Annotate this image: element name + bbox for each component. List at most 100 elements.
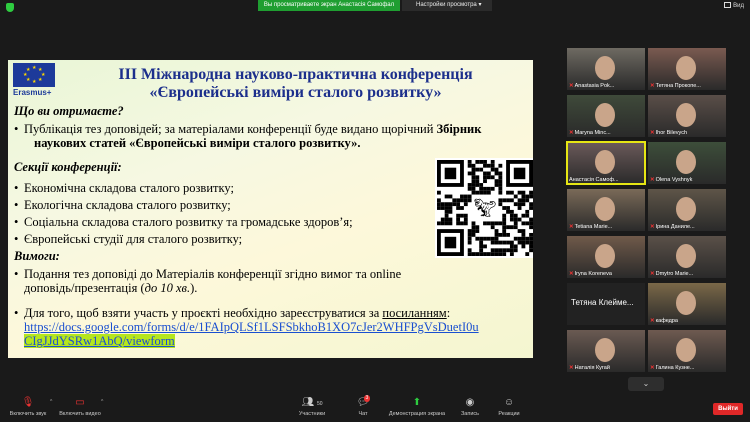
- participant-tile[interactable]: ✕Dmytro Marie...: [648, 236, 726, 278]
- view-button[interactable]: Вид: [724, 2, 744, 11]
- participants-icon: 👥︎ 50: [301, 397, 323, 408]
- microphone-muted-icon: ✕: [569, 130, 574, 136]
- participant-tile[interactable]: ✕Olena Vyshnyk: [648, 142, 726, 184]
- registration-colon: :: [446, 306, 451, 320]
- microphone-muted-icon: ✕: [650, 224, 655, 230]
- participant-name: Наталія Кугай: [574, 365, 610, 371]
- benefit-bold-text-2: наукових статей «Європейські виміри стал…: [34, 136, 361, 150]
- section-item-text: Екологічна складова сталого розвитку;: [24, 198, 231, 212]
- participant-video-face: [676, 338, 696, 362]
- participant-video-face: [676, 197, 696, 221]
- benefit-bold-text: Збірник: [436, 122, 482, 136]
- participant-caption: ✕Dmytro Marie...: [650, 271, 693, 277]
- share-screen-button[interactable]: ⬆ Демонстрация экрана: [385, 397, 449, 417]
- grid-view-icon: [724, 2, 732, 9]
- reactions-button[interactable]: ☺ Реакции: [494, 397, 524, 417]
- chevron-down-icon: ▾: [478, 2, 482, 8]
- erasmus-logo-text: Erasmus+: [13, 88, 52, 97]
- section-what-you-get: Що ви отримаєте?: [14, 104, 124, 118]
- requirement-text-2: доповідь/презентація (: [24, 281, 145, 295]
- section-item: • Соціальна складова сталого розвитку та …: [14, 215, 353, 229]
- shared-slide: ★ ★ ★ ★ ★ ★ ★ ★ Erasmus+ ІІІ Міжнародна …: [8, 60, 533, 358]
- microphone-muted-icon: ✕: [650, 177, 655, 183]
- chevron-down-icon: ⌄: [642, 379, 650, 388]
- participant-video-face: [676, 150, 696, 174]
- section-item: • Екологічна складова сталого розвитку;: [14, 198, 231, 212]
- participant-caption: ✕Ірина Даниле...: [650, 224, 695, 230]
- participant-tile[interactable]: ✕Iryna Koreneva: [567, 236, 645, 278]
- gallery-scroll-down-button[interactable]: ⌄: [628, 377, 664, 391]
- participant-caption: ✕Maryna Minc...: [569, 130, 611, 136]
- participant-caption: ✕Галина Кузне...: [650, 365, 694, 371]
- microphone-muted-icon: ✕: [569, 271, 574, 277]
- participant-tile[interactable]: Тетяна Клейме...: [567, 283, 645, 325]
- smiley-icon: ☺: [503, 397, 515, 408]
- participant-tile[interactable]: Анастасія Самоф...: [566, 141, 646, 185]
- participant-name: Anastasia Pok...: [574, 83, 615, 89]
- participant-video-face: [676, 103, 696, 127]
- participant-tile[interactable]: ✕Maryna Minc...: [567, 95, 645, 137]
- participant-video-face: [676, 56, 696, 80]
- participant-caption: Анастасія Самоф...: [569, 177, 619, 183]
- title-line-1: ІІІ Міжнародна науково-практична конфере…: [118, 66, 473, 83]
- video-off-icon: ▭: [75, 397, 85, 408]
- participant-tile[interactable]: ✕Anastasia Pok...: [567, 48, 645, 90]
- participant-video-face: [676, 291, 696, 315]
- participant-caption: ✕Olena Vyshnyk: [650, 177, 692, 183]
- conference-title: ІІІ Міжнародна науково-практична конфере…: [68, 66, 523, 102]
- registration-text: Для того, щоб взяти участь у проєкті нео…: [24, 306, 380, 320]
- section-item-text: Соціальна складова сталого розвитку та г…: [24, 215, 353, 229]
- unmute-audio-button[interactable]: 🎙︎ Включить звук: [4, 397, 52, 417]
- record-label: Запись: [460, 411, 480, 417]
- participant-name: Olena Vyshnyk: [655, 177, 693, 183]
- erasmus-logo: ★ ★ ★ ★ ★ ★ ★ ★ Erasmus+: [13, 63, 55, 99]
- leave-meeting-button[interactable]: Выйти: [713, 403, 743, 415]
- section-conference-sections: Секції конференції:: [14, 160, 122, 174]
- section-item-text: Економічна складова сталого розвитку;: [24, 181, 234, 195]
- security-shield-icon[interactable]: [6, 3, 14, 12]
- record-icon: ◉: [465, 397, 475, 408]
- participant-tile[interactable]: ✕Тетяна Прокопе...: [648, 48, 726, 90]
- participant-video-face: [595, 338, 615, 362]
- video-options-chevron-icon[interactable]: ^: [101, 399, 103, 405]
- registration-url-line-2[interactable]: CIgJJdYSRw1AbQ/viewform: [24, 334, 175, 348]
- participant-name: Maryna Minc...: [574, 130, 611, 136]
- share-screen-icon: ⬆: [412, 397, 422, 408]
- eu-flag-icon: ★ ★ ★ ★ ★ ★ ★ ★: [13, 63, 55, 87]
- participant-name: Ihor Bilevych: [655, 130, 688, 136]
- participant-tile[interactable]: ✕Tetiana Marie...: [567, 189, 645, 231]
- participant-name: кафедра: [655, 318, 678, 324]
- participants-button[interactable]: 👥︎ 50 Участники: [294, 397, 330, 417]
- participant-caption: ✕Tetiana Marie...: [569, 224, 612, 230]
- participant-tile[interactable]: ✕кафедра: [648, 283, 726, 325]
- participant-caption: ✕Тетяна Прокопе...: [650, 83, 701, 89]
- participant-name-large: Тетяна Клейме...: [571, 298, 634, 307]
- start-video-button[interactable]: ▭ Включить видео: [54, 397, 106, 417]
- microphone-muted-icon: ✕: [650, 318, 655, 324]
- benefit-bullet: • Публікація тез доповідей; за матеріалам…: [14, 122, 482, 150]
- view-settings-button[interactable]: Настройки просмотра ▾: [402, 0, 492, 11]
- chat-button[interactable]: 💬︎ 3 Чат: [350, 395, 376, 417]
- participant-tile[interactable]: ✕Ihor Bilevych: [648, 95, 726, 137]
- participant-video-face: [595, 197, 615, 221]
- participant-name: Анастасія Самоф...: [569, 177, 619, 183]
- registration-link-word[interactable]: посиланням: [382, 306, 446, 320]
- record-button[interactable]: ◉ Запись: [455, 397, 485, 417]
- participant-caption: ✕Ihor Bilevych: [650, 130, 687, 136]
- section-item: • Європейські студії для сталого розвитку…: [14, 232, 243, 246]
- participant-video-face: [595, 103, 615, 127]
- audio-label: Включить звук: [9, 411, 47, 417]
- participant-caption: ✕кафедра: [650, 318, 678, 324]
- participant-tile[interactable]: ✕Ірина Даниле...: [648, 189, 726, 231]
- section-item-text: Європейські студії для сталого розвитку;: [24, 232, 243, 246]
- participant-video-face: [595, 150, 615, 174]
- participant-tile[interactable]: ✕Наталія Кугай: [567, 330, 645, 372]
- benefit-text: Публікація тез доповідей; за матеріалами…: [24, 122, 434, 136]
- audio-options-chevron-icon[interactable]: ^: [50, 399, 52, 405]
- reactions-label: Реакции: [498, 411, 520, 417]
- registration-url-line-1[interactable]: https://docs.google.com/forms/d/e/1FAIpQ…: [24, 320, 479, 334]
- meeting-toolbar: 🎙︎ Включить звук ^ ▭ Включить видео ^ 👥︎…: [0, 393, 750, 422]
- participant-tile[interactable]: ✕Галина Кузне...: [648, 330, 726, 372]
- chat-label: Чат: [358, 411, 368, 417]
- participant-name: Ірина Даниле...: [655, 224, 695, 230]
